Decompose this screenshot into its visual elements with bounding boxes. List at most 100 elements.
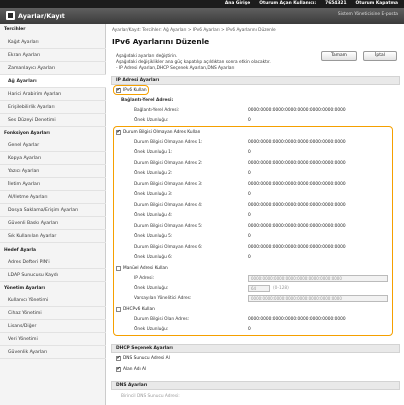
stateful-address-value: 0000:0000:0000:0000:0000:0000:0000:0000: [248, 317, 346, 322]
manual-address-label: Manüel Adresi Kullan: [123, 266, 168, 271]
main-content: Ayarlar/Kayıt: Tercihler: Ağ Ayarları > …: [107, 24, 404, 405]
cancel-button[interactable]: İptal: [363, 51, 397, 61]
sidebar-item-user-management[interactable]: Kullanıcı Yönetimi: [0, 294, 106, 307]
stateless-checkbox[interactable]: [116, 129, 121, 135]
stateless-address-label: Durum Bilgisi Olmayan Adres 6:: [134, 245, 203, 250]
link-local-prefix-label: Önek Uzunluğu:: [134, 118, 169, 123]
use-ipv6-checkbox[interactable]: [116, 87, 121, 93]
sidebar-item-network[interactable]: Ağ Ayarları: [0, 75, 106, 88]
description-line: Aşağıdaki ayarları değiştirin.: [116, 54, 178, 59]
sidebar: Tercihler Kağıt Ayarları Ekran Ayarları …: [0, 24, 106, 405]
sidebar-item-display[interactable]: Ekran Ayarları: [0, 49, 106, 62]
stateless-prefix-value: 0: [248, 150, 251, 155]
ip-settings-header: IP Adresi Ayarları: [111, 76, 400, 85]
logout-link[interactable]: Oturum Kapatma: [356, 1, 398, 6]
logged-in-user-label: Oturum Açan Kullanıcı:: [259, 1, 317, 6]
dhcpv6-label: DHCPv6 Kullan: [123, 307, 155, 312]
link-local-prefix-value: 0: [248, 118, 251, 123]
sidebar-item-secure-print[interactable]: Güvenli Baskı Ayarları: [0, 217, 106, 230]
stateless-address-label: Durum Bilgisi Olmayan Adres 2:: [134, 161, 203, 166]
link-local-address-value: 0000:0000:0000:0000:0000:0000:0000:0000: [248, 108, 346, 113]
stateless-prefix-label: Önek Uzunluğu 3:: [134, 192, 173, 197]
stateless-prefix-label: Önek Uzunluğu 4:: [134, 213, 173, 218]
link-local-heading: Bağlantı-Yerel Adresi:: [121, 98, 174, 103]
sidebar-heading-preferences: Tercihler: [4, 27, 26, 32]
link-local-address-label: Bağlantı-Yerel Adresi:: [134, 108, 180, 113]
sidebar-item-printer[interactable]: Yazıcı Ayarları: [0, 165, 106, 178]
sidebar-item-external-interface[interactable]: Harici Arabirim Ayarları: [0, 88, 106, 101]
dns-settings-header: DNS Ayarları: [111, 381, 400, 390]
home-link[interactable]: Ana Girişe: [225, 1, 250, 6]
stateless-prefix-value: 0: [248, 213, 251, 218]
stateless-prefix-label: Önek Uzunluğu 1:: [134, 150, 173, 155]
sidebar-item-favorites[interactable]: Sık Kullanılan Ayarlar: [0, 230, 106, 243]
domain-name-checkbox[interactable]: [116, 366, 121, 372]
manual-ip-label: IP Adresi:: [134, 276, 155, 281]
dns-server-checkbox[interactable]: [116, 355, 121, 361]
manual-address-checkbox[interactable]: [116, 266, 121, 271]
user-id: 7654321: [325, 1, 347, 6]
sidebar-item-volume[interactable]: Ses Düzeyi Denetimi: [0, 114, 106, 127]
sidebar-item-security[interactable]: Güvenlik Ayarları: [0, 346, 106, 359]
admin-email-link[interactable]: Sistem Yöneticisine E-posta: [338, 12, 398, 17]
manual-gateway-label: Varsayılan Yönelitici Adres:: [134, 296, 192, 301]
sidebar-item-store-access[interactable]: Dosya Saklama/Erişim Ayarları: [0, 204, 106, 217]
sidebar-item-paper[interactable]: Kağıt Ayarları: [0, 36, 106, 49]
stateless-prefix-label: Önek Uzunluğu 5:: [134, 234, 173, 239]
manual-prefix-input[interactable]: 64: [248, 285, 270, 292]
settings-app-icon: [6, 11, 15, 20]
stateless-address-label: Durum Bilgisi Olmayan Adres 3:: [134, 182, 203, 187]
app-header: Ayarlar/Kayıt Sistem Yöneticisine E-post…: [0, 8, 404, 24]
stateless-prefix-value: 0: [248, 234, 251, 239]
sidebar-heading-destination: Hedef Ayarla: [4, 248, 36, 253]
manual-prefix-label: Önek Uzunluğu:: [134, 286, 169, 291]
stateful-prefix-value: 0: [248, 327, 251, 332]
app-title: Ayarlar/Kayıt: [18, 11, 65, 20]
sidebar-item-device-management[interactable]: Cihaz Yönetimi: [0, 307, 106, 320]
dhcpv6-checkbox[interactable]: [116, 307, 121, 312]
stateless-address-label: Durum Bilgisi Olmayan Adres 1:: [134, 140, 203, 145]
sidebar-item-license[interactable]: Lisans/Diğer: [0, 320, 106, 333]
sidebar-item-transmission[interactable]: İletim Ayarları: [0, 178, 106, 191]
sidebar-item-copy[interactable]: Kopya Ayarları: [0, 152, 106, 165]
top-bar: Ana Girişe Oturum Açan Kullanıcı: 765432…: [0, 0, 404, 8]
sidebar-item-address-book-pin[interactable]: Adres Defteri PIN'i: [0, 256, 106, 269]
ok-button[interactable]: Tamam: [321, 51, 357, 61]
stateless-group-highlight: [113, 126, 393, 336]
stateful-address-label: Durum Bilgisi Olan Adres:: [134, 317, 190, 322]
stateless-address-value: 0000:0000:0000:0000:0000:0000:0000:0000: [248, 161, 346, 166]
stateless-label: Durum Bilgisi Olmayan Adres Kullan: [123, 130, 201, 135]
stateless-prefix-value: 0: [248, 192, 251, 197]
sidebar-item-timer[interactable]: Zamanlayıcı Ayarları: [0, 62, 106, 75]
breadcrumb: Ayarlar/Kayıt: Tercihler: Ağ Ayarları > …: [112, 28, 276, 33]
description-line: - IP Adresi Ayarları,DHCP Seçenek Ayarla…: [116, 66, 235, 71]
sidebar-item-general[interactable]: Genel Ayarlar: [0, 139, 106, 152]
primary-dns-label: Birincil DNS Sunucu Adresi:: [121, 394, 180, 399]
stateful-prefix-label: Önek Uzunluğu:: [134, 327, 169, 332]
description-line: Aşağıdaki değişiklikler ana güç kapatılı…: [116, 60, 271, 65]
domain-name-label: Alan Adı Al: [123, 367, 147, 372]
sidebar-heading-function: Fonksiyon Ayarları: [4, 131, 50, 136]
stateless-prefix-label: Önek Uzunluğu 6:: [134, 255, 173, 260]
sidebar-item-ldap[interactable]: LDAP Sunucusu Kaydı: [0, 269, 106, 282]
use-ipv6-label: IPv6 Kullan: [123, 88, 147, 93]
stateless-address-value: 0000:0000:0000:0000:0000:0000:0000:0000: [248, 245, 346, 250]
dns-server-label: DNS Sunucu Adresi Al: [123, 356, 170, 361]
stateless-address-value: 0000:0000:0000:0000:0000:0000:0000:0000: [248, 182, 346, 187]
page-title: IPv6 Ayarlarını Düzenle: [112, 37, 210, 46]
dhcp-options-header: DHCP Seçenek Ayarları: [111, 344, 400, 353]
sidebar-heading-management: Yönetim Ayarları: [4, 286, 45, 291]
stateless-address-value: 0000:0000:0000:0000:0000:0000:0000:0000: [248, 203, 346, 208]
stateless-prefix-value: 0: [248, 171, 251, 176]
sidebar-item-accessibility[interactable]: Erişilebilirlik Ayarları: [0, 101, 106, 114]
stateless-prefix-value: 0: [248, 255, 251, 260]
sidebar-item-data-management[interactable]: Veri Yönetimi: [0, 333, 106, 346]
stateless-address-label: Durum Bilgisi Olmayan Adres 4:: [134, 203, 203, 208]
stateless-address-value: 0000:0000:0000:0000:0000:0000:0000:0000: [248, 224, 346, 229]
sidebar-item-receive-forward[interactable]: Al/Iletme Ayarları: [0, 191, 106, 204]
manual-prefix-hint: (0-128): [273, 286, 289, 291]
manual-gateway-input[interactable]: 0000:0000:0000:0000:0000:0000:0000:0000: [248, 295, 388, 302]
manual-ip-input[interactable]: 0000:0000:0000:0000:0000:0000:0000:0000: [248, 275, 388, 282]
stateless-address-value: 0000:0000:0000:0000:0000:0000:0000:0000: [248, 140, 346, 145]
stateless-address-label: Durum Bilgisi Olmayan Adres 5:: [134, 224, 203, 229]
